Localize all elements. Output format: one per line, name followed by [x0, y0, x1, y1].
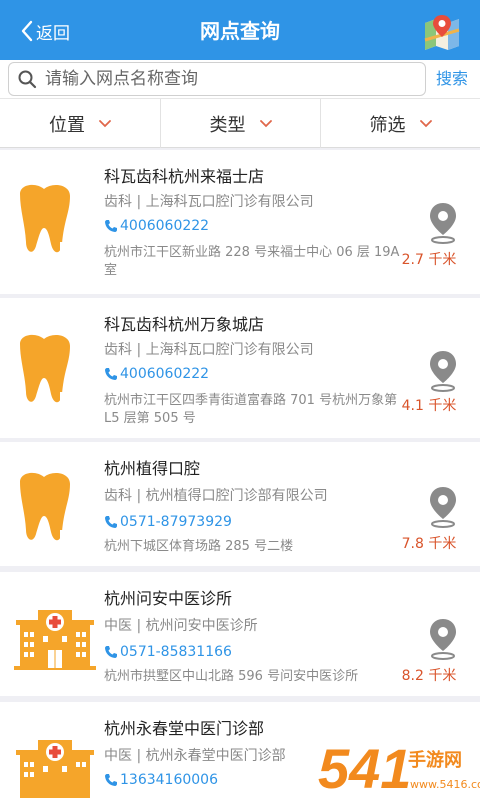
filter-type[interactable]: 类型	[160, 99, 320, 148]
result-name: 杭州植得口腔	[104, 459, 201, 478]
location-pin-icon	[430, 487, 456, 528]
chevron-down-icon	[259, 119, 272, 127]
search-box	[8, 62, 426, 96]
phone-number: 0571-87973929	[120, 514, 232, 530]
search-input[interactable]	[45, 69, 415, 89]
filter-bar: 位置 类型 筛选	[0, 98, 480, 148]
result-phone[interactable]: 13634160006	[104, 770, 218, 790]
location-pin-icon	[430, 351, 456, 392]
search-button[interactable]: 搜索	[436, 66, 468, 92]
result-address: 杭州下城区体育场路 285 号二楼	[104, 539, 294, 554]
result-phone[interactable]: 4006060222	[104, 364, 209, 384]
phone-icon	[105, 774, 117, 786]
phone-icon	[105, 516, 117, 528]
filter-label: 位置	[49, 114, 85, 136]
result-card[interactable]: 杭州植得口腔 齿科 | 杭州植得口腔门诊部有限公司 0571-87973929 …	[0, 442, 480, 566]
svg-text:541: 541	[318, 737, 411, 799]
result-address: 杭州市江干区新业路 228 号来福士中心 06 层 19A 室	[104, 245, 400, 278]
result-name: 科瓦齿科杭州来福士店	[104, 167, 265, 186]
chevron-down-icon	[99, 119, 111, 127]
result-distance: 2.7 千米	[401, 252, 457, 268]
svg-text:www.5416.com: www.5416.com	[410, 778, 480, 791]
map-button[interactable]	[422, 12, 462, 52]
tooth-icon	[20, 184, 96, 265]
back-label: 返回	[36, 23, 70, 44]
result-phone[interactable]: 0571-87973929	[104, 512, 232, 532]
search-icon	[18, 70, 37, 89]
filter-screen[interactable]: 筛选	[320, 99, 480, 148]
result-distance: 4.1 千米	[401, 398, 457, 414]
result-phone[interactable]: 4006060222	[104, 216, 209, 236]
result-type: 齿科 | 杭州植得口腔门诊部有限公司	[104, 488, 328, 504]
result-type: 中医 | 杭州永春堂中医门诊部	[104, 748, 286, 764]
hospital-icon	[16, 740, 94, 798]
nav-bar: 返回 网点查询	[0, 0, 480, 60]
result-name: 杭州问安中医诊所	[104, 589, 233, 608]
result-distance: 7.8 千米	[401, 536, 457, 552]
result-distance: 8.2 千米	[401, 668, 457, 684]
map-icon	[424, 15, 460, 50]
result-type: 齿科 | 上海科瓦口腔门诊有限公司	[104, 342, 314, 358]
result-phone[interactable]: 0571-85831166	[104, 642, 232, 662]
result-card[interactable]: 科瓦齿科杭州来福士店 齿科 | 上海科瓦口腔门诊有限公司 4006060222 …	[0, 150, 480, 294]
result-name: 科瓦齿科杭州万象城店	[104, 315, 265, 334]
phone-icon	[105, 220, 117, 232]
hospital-icon	[14, 610, 96, 670]
phone-number: 13634160006	[120, 772, 218, 788]
svg-text:手游网: 手游网	[408, 749, 462, 771]
result-card[interactable]: 科瓦齿科杭州万象城店 齿科 | 上海科瓦口腔门诊有限公司 4006060222 …	[0, 298, 480, 438]
chevron-down-icon	[419, 119, 432, 127]
tooth-icon	[20, 472, 96, 553]
filter-location[interactable]: 位置	[0, 99, 160, 148]
tooth-icon	[20, 334, 96, 415]
search-bar: 搜索	[0, 60, 480, 98]
filter-label: 类型	[209, 114, 246, 136]
result-type: 齿科 | 上海科瓦口腔门诊有限公司	[104, 194, 314, 210]
page-title: 网点查询	[200, 19, 280, 43]
back-chevron-icon	[21, 20, 33, 42]
phone-icon	[105, 646, 117, 658]
result-card[interactable]: 杭州问安中医诊所 中医 | 杭州问安中医诊所 0571-85831166 杭州市…	[0, 572, 480, 696]
filter-label: 筛选	[369, 114, 406, 136]
result-address: 杭州市江干区四季青街道富春路 701 号杭州万象第 L5 层第 505 号	[104, 393, 398, 426]
back-button[interactable]: 返回	[20, 18, 70, 44]
phone-number: 4006060222	[120, 218, 210, 234]
result-address: 杭州市拱墅区中山北路 596 号问安中医诊所	[104, 669, 359, 684]
watermark-logo: 541 手游网 www.5416.com	[317, 736, 480, 799]
location-pin-icon	[430, 203, 456, 244]
phone-number: 0571-85831166	[120, 644, 232, 660]
result-name: 杭州永春堂中医门诊部	[104, 719, 265, 738]
location-pin-icon	[430, 619, 456, 660]
phone-number: 4006060222	[120, 366, 210, 382]
phone-icon	[105, 368, 117, 380]
result-type: 中医 | 杭州问安中医诊所	[104, 618, 258, 634]
